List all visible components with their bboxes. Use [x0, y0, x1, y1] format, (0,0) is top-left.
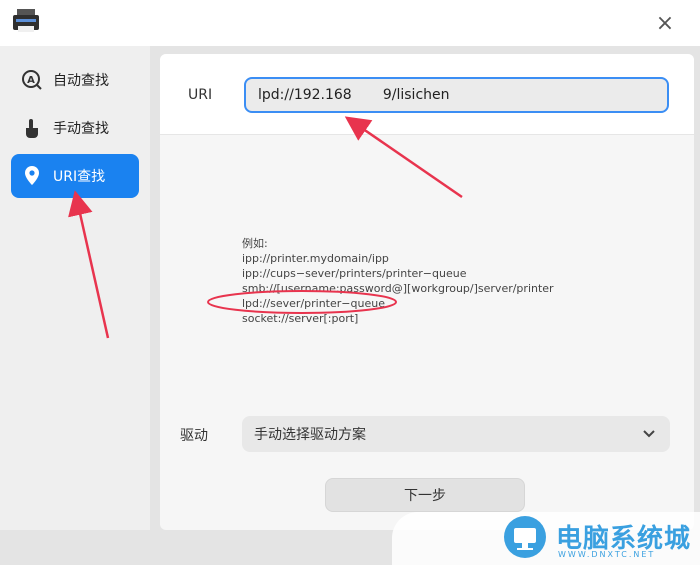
uri-row: URI	[160, 54, 694, 134]
auto-find-icon: A	[21, 69, 43, 91]
uri-examples: 例如: ipp://printer.mydomain/ipp ipp://cup…	[242, 236, 554, 326]
uri-panel: URI 例如: ipp://printer.mydomain/ipp ipp:/…	[160, 54, 694, 530]
driver-select[interactable]: 手动选择驱动方案	[242, 416, 670, 452]
watermark-subtext: WWW.DNXTC.NET	[558, 550, 656, 559]
location-pin-icon	[21, 165, 43, 187]
sidebar-item-label: URI查找	[53, 169, 106, 185]
uri-input[interactable]	[244, 77, 669, 113]
examples-heading: 例如:	[242, 237, 268, 250]
title-bar: ×	[0, 0, 700, 46]
hand-pointer-icon	[21, 117, 43, 139]
sidebar-item-uri-find[interactable]: URI查找	[11, 154, 139, 198]
divider	[160, 134, 694, 135]
example-line: ipp://printer.mydomain/ipp	[242, 252, 389, 265]
example-line: ipp://cups−sever/printers/printer−queue	[242, 267, 467, 280]
driver-label: 驱动	[180, 428, 208, 444]
svg-text:A: A	[27, 75, 35, 86]
uri-label: URI	[188, 87, 213, 103]
printer-dialog-window: × A 自动查找 手动查找 URI查找 URI 例如:	[0, 0, 700, 565]
sidebar-item-label: 自动查找	[53, 73, 109, 89]
driver-selected-value: 手动选择驱动方案	[254, 427, 366, 443]
example-line: smb://[username:password@][workgroup/]se…	[242, 282, 554, 295]
chevron-down-icon	[643, 430, 655, 438]
sidebar-item-auto-find[interactable]: A 自动查找	[11, 58, 139, 102]
sidebar-item-label: 手动查找	[53, 121, 109, 137]
next-button[interactable]: 下一步	[325, 478, 525, 512]
sidebar-item-manual-find[interactable]: 手动查找	[11, 106, 139, 150]
example-line: socket://server[:port]	[242, 312, 359, 325]
printer-app-icon	[13, 9, 39, 32]
sidebar: A 自动查找 手动查找 URI查找	[0, 46, 150, 530]
watermark-logo-icon	[504, 516, 546, 558]
example-line: lpd://sever/printer−queue	[242, 297, 385, 310]
close-icon[interactable]: ×	[652, 10, 678, 36]
